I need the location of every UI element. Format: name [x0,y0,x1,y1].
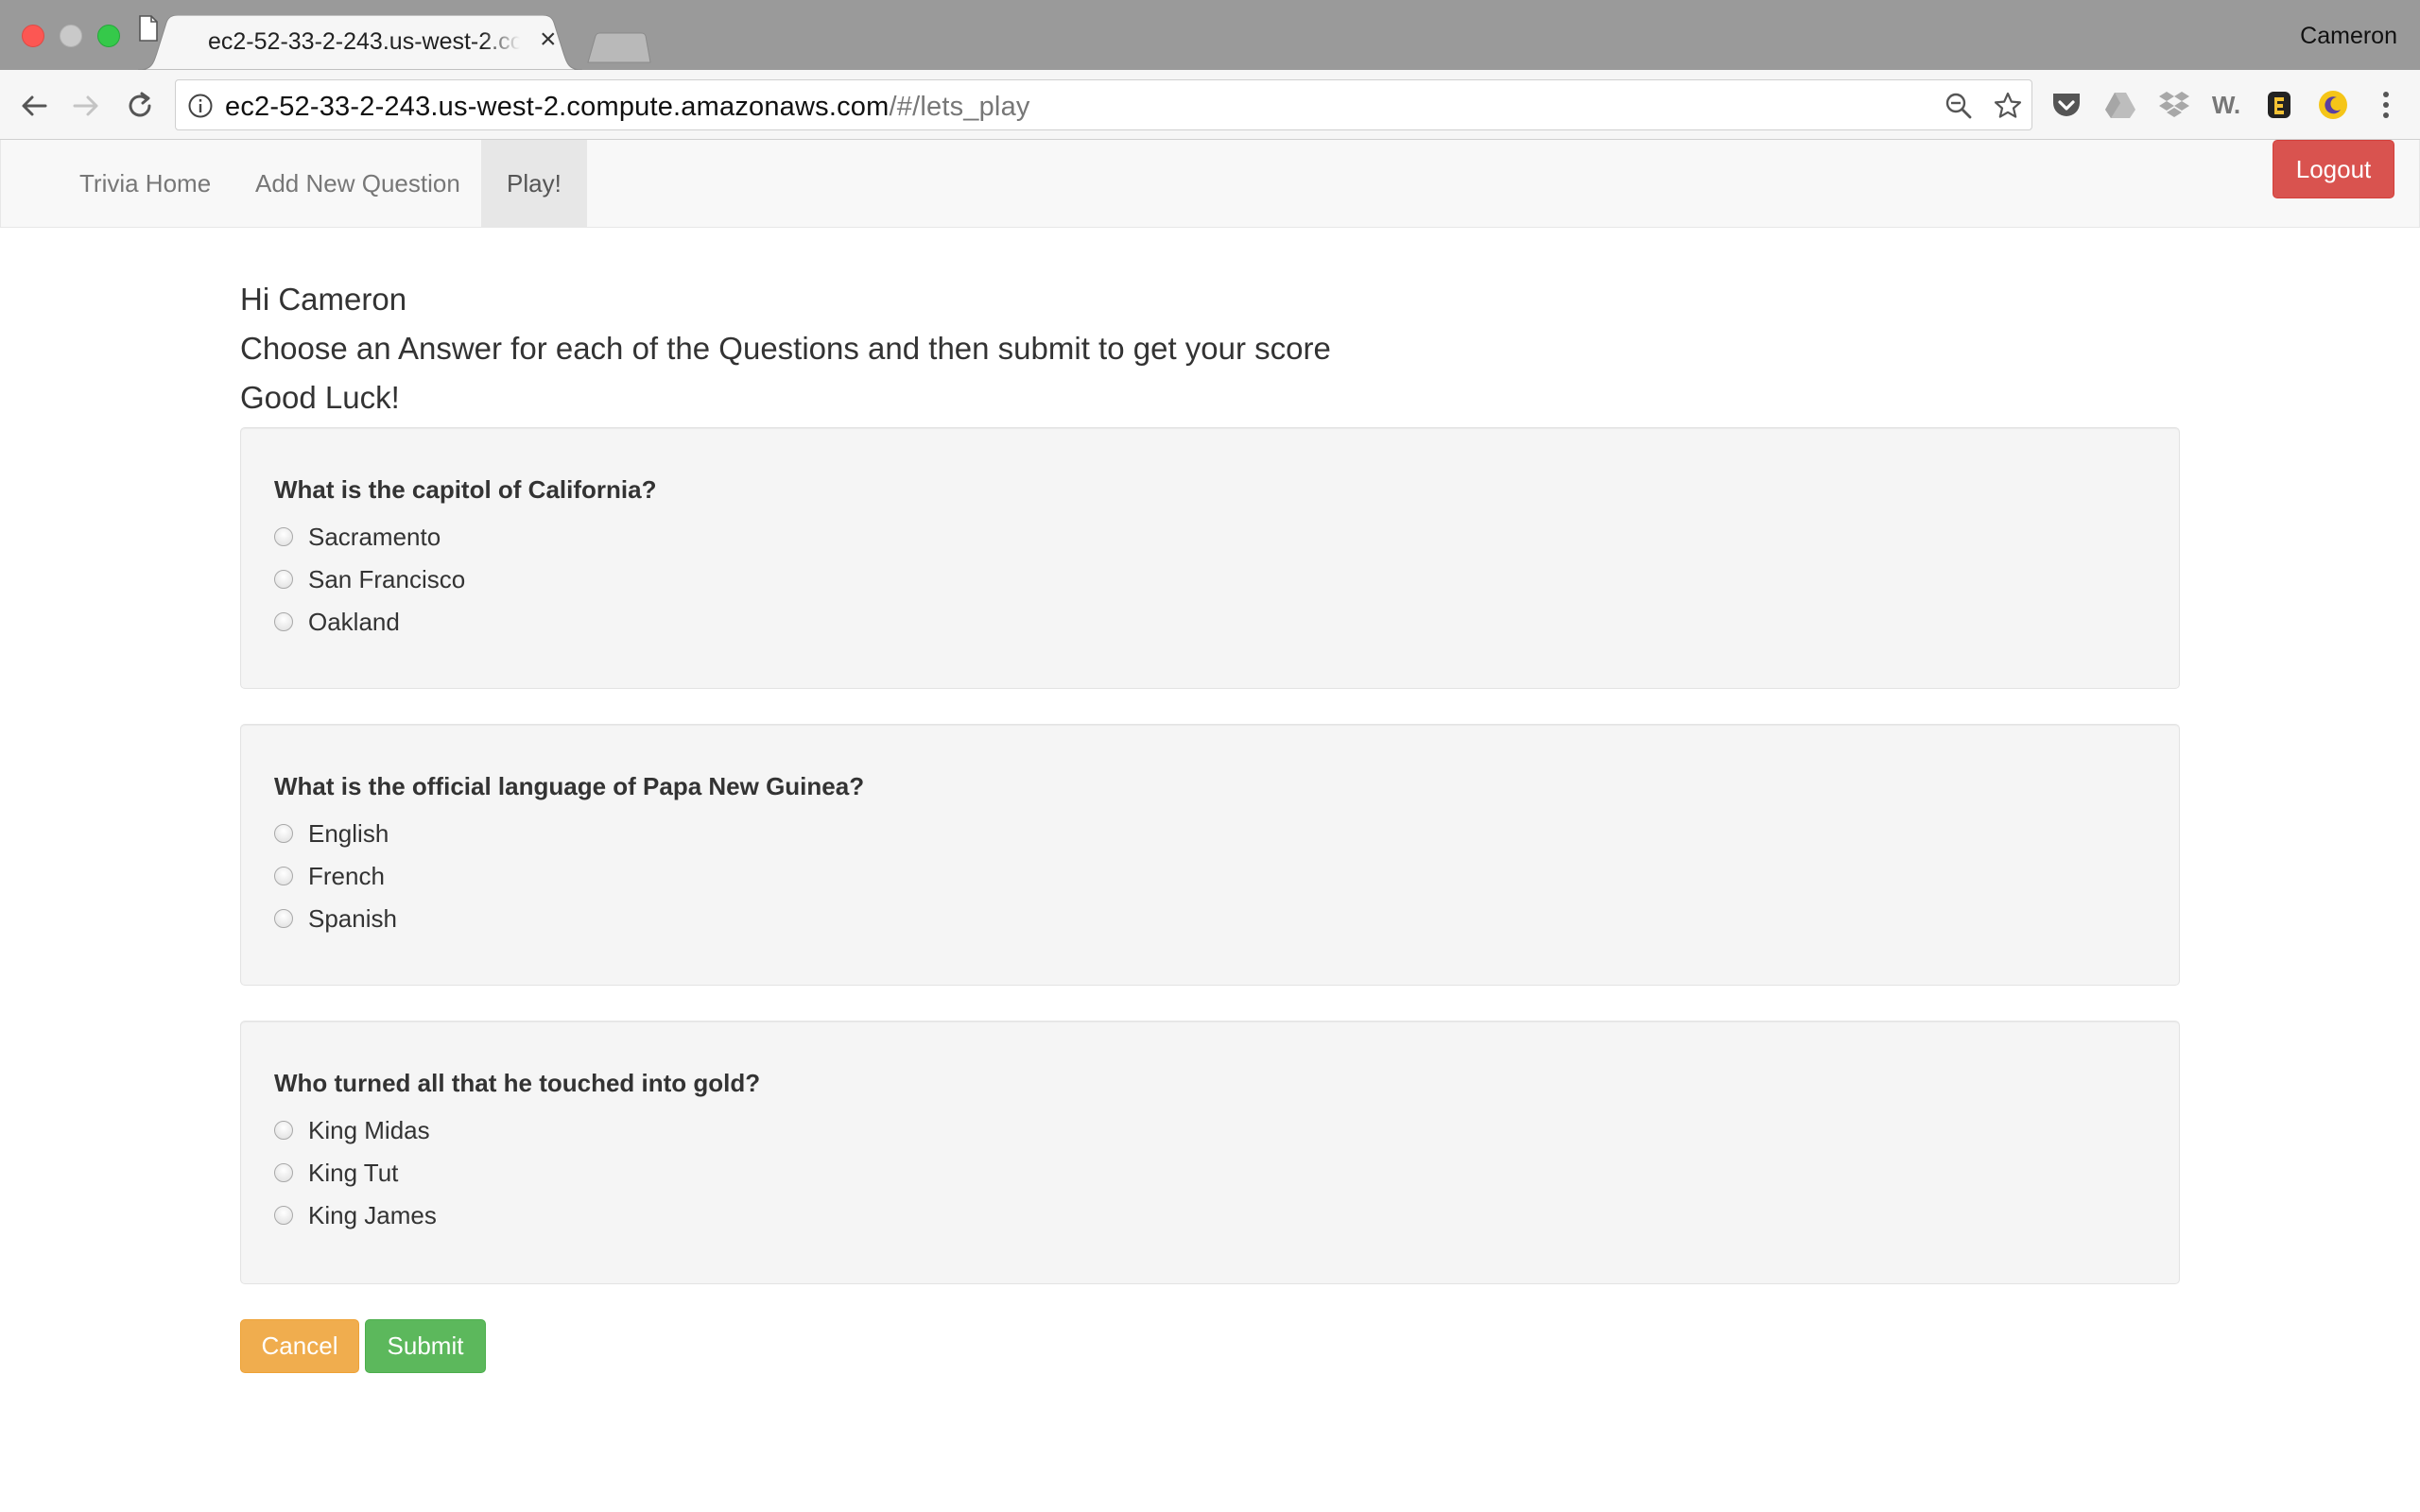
url-host: ec2-52-33-2-243.us-west-2.compute.amazon… [225,92,890,122]
cancel-button[interactable]: Cancel [240,1319,359,1373]
dropbox-icon[interactable] [2156,87,2192,123]
nav-play[interactable]: Play! [481,140,587,227]
intro-section: Hi Cameron Choose an Answer for each of … [240,228,2180,422]
browser-toolbar: ec2-52-33-2-243.us-west-2.compute.amazon… [0,70,2420,140]
night-mode-icon[interactable] [2315,87,2351,123]
radio-button[interactable] [274,570,293,589]
zoom-out-icon[interactable] [1944,91,1974,121]
reload-icon[interactable] [121,87,159,125]
answer-label: King James [308,1200,437,1229]
logout-button[interactable]: Logout [2273,140,2394,198]
bookmark-star-icon[interactable] [1993,91,2023,121]
nav-trivia-home[interactable]: Trivia Home [54,140,236,227]
question-text: What is the official language of Papa Ne… [274,772,865,800]
maximize-window-button[interactable] [97,25,120,47]
url-text[interactable]: ec2-52-33-2-243.us-west-2.compute.amazon… [225,92,1030,123]
answer-option[interactable]: French [274,859,385,893]
browser-titlebar: ec2-52-33-2-243.us-west-2.compute.amazon… [0,0,2420,70]
tab-close-icon[interactable]: × [540,26,557,54]
wappalyzer-icon[interactable]: W. [2208,87,2244,123]
question-card: What is the official language of Papa Ne… [240,724,2180,986]
answer-label: English [308,818,389,848]
page-icon [139,15,158,42]
menu-kebab-icon[interactable] [2368,87,2404,123]
answer-option[interactable]: King Midas [274,1113,430,1147]
new-tab-button[interactable] [586,32,652,64]
app-navbar: Trivia Home Add New Question Play! Logou… [0,140,2420,228]
pocket-icon[interactable] [2048,87,2084,123]
back-icon[interactable] [15,87,53,125]
minimize-window-button[interactable] [60,25,82,47]
radio-button[interactable] [274,1206,293,1225]
answer-option[interactable]: King James [274,1198,437,1232]
answer-label: King Tut [308,1158,399,1187]
answer-option[interactable]: San Francisco [274,562,465,596]
question-card: Who turned all that he touched into gold… [240,1021,2180,1284]
question-text: What is the capitol of California? [274,475,657,504]
nav-add-new-question[interactable]: Add New Question [230,140,486,227]
answer-label: Oakland [308,607,400,636]
url-path: /#/lets_play [889,92,1030,122]
answer-option[interactable]: Sacramento [274,520,441,554]
answer-label: San Francisco [308,564,466,593]
evernote-icon[interactable] [2261,87,2297,123]
greeting: Hi Cameron [240,282,407,317]
answer-label: Sacramento [308,522,441,551]
answer-label: French [308,861,385,890]
radio-button[interactable] [274,612,293,631]
answer-option[interactable]: Spanish [274,902,397,936]
answer-option[interactable]: King Tut [274,1156,398,1190]
good-luck-text: Good Luck! [240,380,400,415]
browser-tab[interactable]: ec2-52-33-2-243.us-west-2.compute.amazon… [138,15,582,70]
forward-icon[interactable] [67,87,105,125]
radio-button[interactable] [274,1121,293,1140]
site-info-icon[interactable] [187,93,214,119]
submit-button[interactable]: Submit [365,1319,486,1373]
question-card: What is the capitol of California? Sacra… [240,427,2180,689]
radio-button[interactable] [274,909,293,928]
question-text: Who turned all that he touched into gold… [274,1069,761,1097]
answer-option[interactable]: Oakland [274,605,400,639]
wappalyzer-label: W. [2211,90,2241,119]
answer-option[interactable]: English [274,816,389,850]
radio-button[interactable] [274,867,293,885]
google-drive-icon[interactable] [2102,87,2138,123]
close-window-button[interactable] [22,25,44,47]
tab-title: ec2-52-33-2-243.us-west-2.compute.amazon… [208,28,520,55]
answer-label: Spanish [308,903,397,933]
answer-label: King Midas [308,1115,430,1144]
instructions: Choose an Answer for each of the Questio… [240,331,1331,366]
radio-button[interactable] [274,824,293,843]
profile-name[interactable]: Cameron [2300,23,2397,50]
radio-button[interactable] [274,527,293,546]
radio-button[interactable] [274,1163,293,1182]
address-bar[interactable]: ec2-52-33-2-243.us-west-2.compute.amazon… [175,79,2032,130]
